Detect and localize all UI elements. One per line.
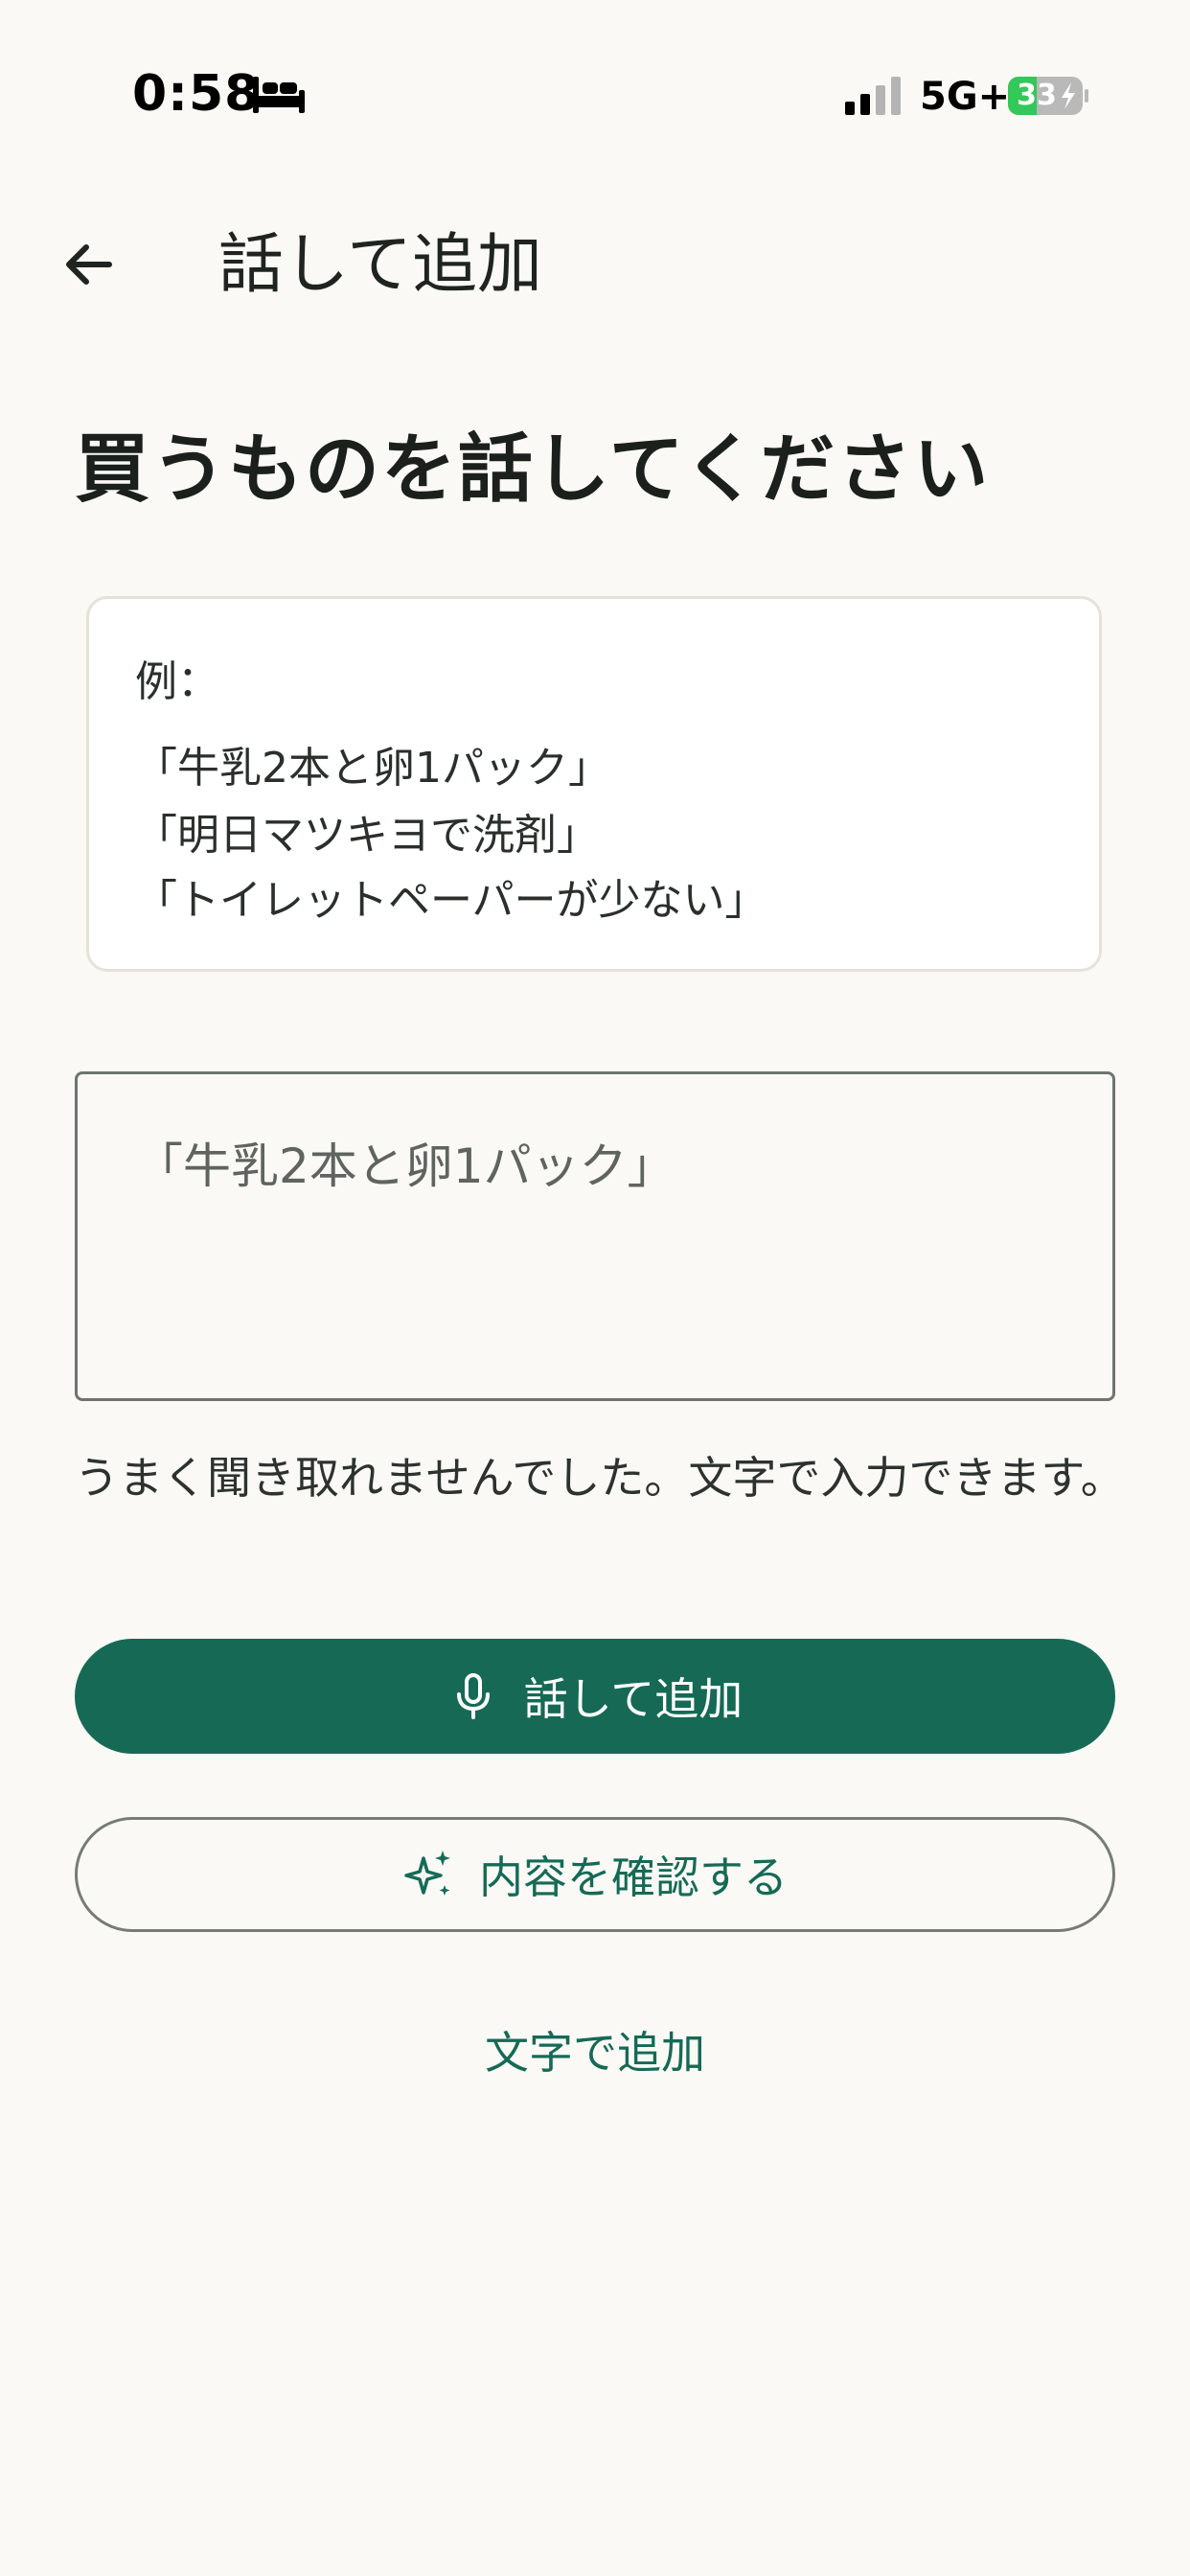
network-label: 5G+ (920, 75, 1011, 119)
example-line: 「牛乳2本と卵1パック」 (135, 744, 610, 793)
battery-level: 33 (1017, 79, 1057, 112)
speak-add-label: 話して追加 (523, 1673, 744, 1725)
status-bar: 0:58 5G+ 33 (0, 0, 1190, 192)
status-time: 0:58 (132, 65, 261, 123)
sparkle-icon (402, 1849, 454, 1900)
add-by-text-link[interactable]: 文字で追加 (0, 2018, 1190, 2082)
confirm-content-button[interactable]: 内容を確認する (75, 1817, 1115, 1932)
microphone-icon (447, 1670, 499, 1722)
arrow-left-icon (66, 244, 112, 285)
confirm-content-label: 内容を確認する (479, 1852, 788, 1903)
back-button[interactable] (54, 230, 123, 299)
input-placeholder: 「牛乳2本と卵1パック」 (135, 1138, 675, 1194)
page-title: 話して追加 (218, 227, 542, 303)
example-line: 「トイレットペーパーが少ない」 (135, 876, 767, 925)
error-message: うまく聞き取れませんでした。文字で入力できます。 (75, 1452, 1125, 1504)
examples-card: 例： 「牛乳2本と卵1パック」 「明日マツキヨで洗剤」 「トイレットペーパーが少… (86, 596, 1102, 972)
main-heading: 買うものを話してください (75, 426, 991, 513)
bed-icon (253, 77, 305, 113)
shopping-text-input[interactable]: 「牛乳2本と卵1パック」 (75, 1071, 1115, 1401)
examples-label: 例： (135, 657, 219, 706)
speak-add-button[interactable]: 話して追加 (75, 1639, 1115, 1754)
example-line: 「明日マツキヨで洗剤」 (135, 811, 599, 860)
signal-icon (845, 77, 901, 115)
